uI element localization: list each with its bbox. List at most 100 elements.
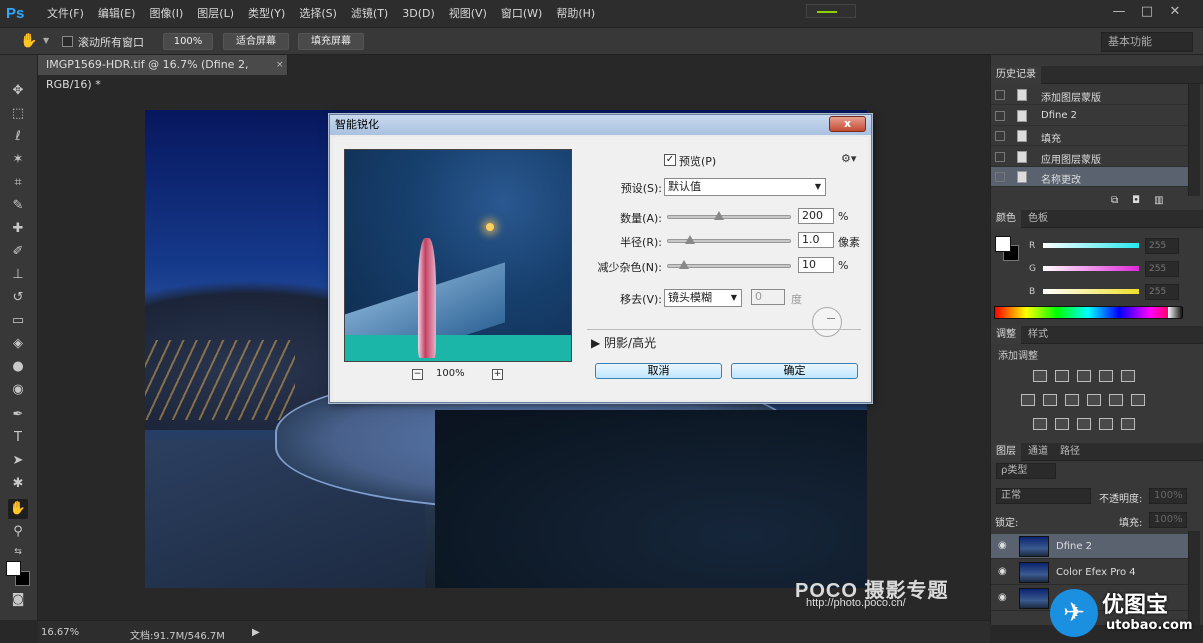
- selective-color-icon[interactable]: [1099, 418, 1113, 430]
- blend-mode-select[interactable]: 正常: [996, 488, 1091, 504]
- channel-b-value[interactable]: 255: [1145, 284, 1179, 300]
- color-spectrum[interactable]: [994, 306, 1183, 319]
- eye-icon[interactable]: ◉: [998, 566, 1007, 577]
- menu-image[interactable]: 图像(I): [142, 0, 190, 27]
- type-tool-icon[interactable]: T: [8, 428, 28, 448]
- eye-icon[interactable]: ◉: [998, 592, 1007, 603]
- status-zoom[interactable]: 16.67%: [41, 627, 79, 638]
- preview-image[interactable]: [344, 149, 572, 362]
- menu-window[interactable]: 窗口(W): [494, 0, 549, 27]
- ok-button[interactable]: 确定: [731, 363, 858, 379]
- close-tab-icon[interactable]: ×: [276, 55, 284, 75]
- hand-tool-button-icon[interactable]: ✋: [8, 499, 28, 519]
- angle-dial[interactable]: [812, 307, 842, 337]
- crop-tool-icon[interactable]: ⌗: [8, 173, 28, 193]
- history-item[interactable]: 添加图层蒙版: [991, 85, 1188, 105]
- eyedropper-tool-icon[interactable]: ✎: [8, 196, 28, 216]
- tab-color[interactable]: 颜色: [991, 210, 1021, 228]
- minimize-button[interactable]: —: [1105, 2, 1133, 22]
- amount-slider-thumb[interactable]: [713, 211, 724, 220]
- move-tool-icon[interactable]: ✥: [8, 81, 28, 101]
- levels-icon[interactable]: [1055, 370, 1069, 382]
- workspace-switcher[interactable]: 基本功能: [1101, 32, 1193, 52]
- document-tab[interactable]: IMGP1569-HDR.tif @ 16.7% (Dfine 2, RGB/1…: [38, 55, 288, 91]
- gradient-map-icon[interactable]: [1121, 418, 1135, 430]
- status-menu-arrow-icon[interactable]: ▶: [252, 627, 260, 638]
- remove-select[interactable]: 镜头模糊 ▼: [664, 289, 742, 307]
- eraser-tool-icon[interactable]: ▭: [8, 311, 28, 331]
- fill-screen-button[interactable]: 填充屏幕: [298, 33, 364, 50]
- shadows-highlights-toggle[interactable]: ▶ 阴影/高光: [591, 334, 656, 351]
- tab-history[interactable]: 历史记录: [991, 66, 1041, 84]
- tab-layers[interactable]: 图层: [991, 443, 1021, 461]
- foreground-color-swatch[interactable]: [6, 561, 21, 576]
- delete-icon[interactable]: ▥: [1154, 195, 1177, 206]
- custom-shape-tool-icon[interactable]: ✱: [8, 474, 28, 494]
- actual-pixels-button[interactable]: 100%: [163, 33, 213, 50]
- fit-screen-button[interactable]: 适合屏幕: [223, 33, 289, 50]
- history-snapshot-checkbox[interactable]: [995, 90, 1005, 100]
- restore-button[interactable]: □: [1133, 2, 1161, 22]
- tab-styles[interactable]: 样式: [1023, 326, 1053, 344]
- history-snapshot-checkbox[interactable]: [995, 131, 1005, 141]
- brush-tool-icon[interactable]: ✐: [8, 242, 28, 262]
- color-balance-icon[interactable]: [1043, 394, 1057, 406]
- menu-edit[interactable]: 编辑(E): [91, 0, 143, 27]
- history-item[interactable]: 填充: [991, 126, 1188, 146]
- settings-gear-icon[interactable]: ⚙▾: [841, 152, 856, 165]
- menu-layer[interactable]: 图层(L): [190, 0, 241, 27]
- menu-help[interactable]: 帮助(H): [549, 0, 602, 27]
- threshold-icon[interactable]: [1077, 418, 1091, 430]
- path-selection-tool-icon[interactable]: ➤: [8, 451, 28, 471]
- amount-input[interactable]: 200: [798, 208, 834, 224]
- exposure-icon[interactable]: [1099, 370, 1113, 382]
- color-foreground-swatch[interactable]: [995, 236, 1011, 252]
- posterize-icon[interactable]: [1055, 418, 1069, 430]
- channel-mixer-icon[interactable]: [1109, 394, 1123, 406]
- vibrance-icon[interactable]: [1121, 370, 1135, 382]
- tab-channels[interactable]: 通道: [1023, 443, 1053, 461]
- channel-g-slider[interactable]: [1043, 266, 1139, 271]
- marquee-tool-icon[interactable]: ⬚: [8, 104, 28, 124]
- history-snapshot-checkbox[interactable]: [995, 110, 1005, 121]
- reduce-noise-slider-thumb[interactable]: [679, 260, 690, 269]
- history-snapshot-checkbox[interactable]: [995, 151, 1005, 162]
- history-brush-tool-icon[interactable]: ↺: [8, 288, 28, 308]
- amount-slider[interactable]: [667, 211, 791, 220]
- hand-tool-icon[interactable]: ✋: [20, 33, 37, 49]
- history-item[interactable]: 名称更改: [991, 167, 1188, 187]
- menu-type[interactable]: 类型(Y): [241, 0, 292, 27]
- pen-tool-icon[interactable]: ✒: [8, 405, 28, 425]
- channel-b-slider[interactable]: [1043, 289, 1139, 294]
- reduce-noise-slider[interactable]: [667, 260, 791, 269]
- history-snapshot-checkbox[interactable]: [995, 172, 1005, 182]
- magic-wand-tool-icon[interactable]: ✶: [8, 150, 28, 170]
- black-white-icon[interactable]: [1065, 394, 1079, 406]
- snapshot-icon[interactable]: ◘: [1132, 195, 1154, 206]
- zoom-in-button[interactable]: +: [492, 369, 503, 380]
- radius-input[interactable]: 1.0: [798, 232, 834, 248]
- arrange-documents-button[interactable]: [806, 4, 856, 18]
- menu-filter[interactable]: 滤镜(T): [344, 0, 395, 27]
- preview-checkbox[interactable]: ✓: [664, 154, 676, 166]
- zoom-out-button[interactable]: −: [412, 369, 423, 380]
- channel-g-value[interactable]: 255: [1145, 261, 1179, 277]
- channel-r-value[interactable]: 255: [1145, 238, 1179, 254]
- menu-select[interactable]: 选择(S): [292, 0, 344, 27]
- quick-mask-icon[interactable]: ◙: [8, 590, 28, 610]
- tool-preset-chevron-icon[interactable]: ▼: [43, 36, 49, 45]
- opacity-input[interactable]: 100%: [1149, 488, 1187, 504]
- menu-view[interactable]: 视图(V): [442, 0, 494, 27]
- layer-row[interactable]: ◉ Color Efex Pro 4: [991, 560, 1188, 585]
- layer-row[interactable]: ◉ Dfine 2: [991, 534, 1188, 559]
- paint-bucket-tool-icon[interactable]: ◈: [8, 334, 28, 354]
- healing-brush-tool-icon[interactable]: ✚: [8, 219, 28, 239]
- clone-stamp-tool-icon[interactable]: ⊥: [8, 265, 28, 285]
- layer-filter-select[interactable]: ρ类型: [996, 463, 1056, 479]
- history-item[interactable]: 应用图层蒙版: [991, 147, 1188, 167]
- menu-3d[interactable]: 3D(D): [395, 0, 442, 27]
- reduce-noise-input[interactable]: 10: [798, 257, 834, 273]
- history-scrollbar[interactable]: [1188, 84, 1200, 196]
- radius-slider[interactable]: [667, 235, 791, 244]
- tab-swatches[interactable]: 色板: [1023, 210, 1053, 228]
